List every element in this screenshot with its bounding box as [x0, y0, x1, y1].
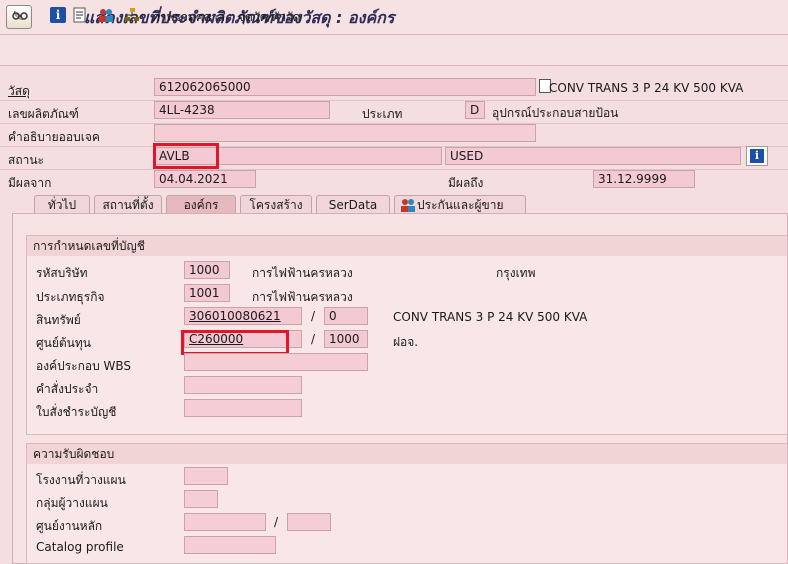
application-toolbar — [0, 35, 788, 66]
type-field[interactable]: D — [465, 101, 485, 119]
standing-order-field[interactable] — [184, 376, 302, 394]
business-area-description: การไฟฟ้านครหลวง — [252, 290, 353, 304]
catalog-profile-label: Catalog profile — [36, 540, 124, 554]
tab-structure[interactable]: โครงสร้าง — [240, 195, 312, 214]
status-info-button[interactable]: i — [746, 146, 768, 166]
valid-to-field[interactable]: 31.12.9999 — [593, 170, 695, 188]
info-icon: i — [750, 149, 764, 163]
tab-organization[interactable]: องค์กร — [166, 195, 236, 214]
standing-order-label: คำสั่งประจำ — [36, 382, 99, 396]
slash-separator: / — [311, 332, 316, 346]
asset-subnumber-field[interactable]: 0 — [324, 307, 368, 325]
glasses-icon[interactable] — [12, 7, 28, 23]
material-description: CONV TRANS 3 P 24 KV 500 KVA — [549, 81, 744, 95]
wbs-element-label: องค์ประกอบ WBS — [36, 359, 132, 373]
controlling-area-field[interactable]: 1000 — [324, 330, 368, 348]
material-field[interactable]: 612062065000 — [154, 78, 536, 96]
people-icon — [400, 198, 416, 212]
company-code-field[interactable]: 1000 — [184, 261, 230, 279]
material-label: วัสดุ — [8, 84, 30, 98]
status-highlight-box — [153, 143, 219, 169]
tab-location[interactable]: สถานที่ตั้ง — [94, 195, 162, 214]
object-description-label: คำอธิบายออบเจค — [8, 130, 100, 144]
work-center-field[interactable] — [184, 513, 266, 531]
planner-group-label: กลุ่มผู้วางแผน — [36, 496, 108, 510]
work-center-plant-field[interactable] — [287, 513, 331, 531]
people-icon[interactable] — [98, 7, 114, 23]
valid-to-label: มีผลถึง — [448, 176, 484, 190]
tab-serdata[interactable]: SerData — [316, 195, 390, 214]
serial-number-label: เลขผลิตภัณฑ์ — [8, 107, 79, 121]
type-label: ประเภท — [362, 107, 403, 121]
measuring-points-button[interactable]: จุดวัด/ตัววัด — [238, 8, 300, 27]
slash-separator: / — [311, 309, 316, 323]
responsibilities-title: ความรับผิดชอบ — [27, 444, 787, 464]
settlement-order-field[interactable] — [184, 399, 302, 417]
wbs-element-field[interactable] — [184, 353, 368, 371]
work-center-label: ศูนย์งานหลัก — [36, 519, 103, 533]
document-icon[interactable] — [72, 7, 88, 23]
planner-group-field[interactable] — [184, 490, 218, 508]
company-city: กรุงเทพ — [496, 266, 536, 280]
planning-plant-label: โรงงานที่วางแผน — [36, 473, 126, 487]
asset-label: สินทรัพย์ — [36, 313, 81, 327]
user-status-field[interactable]: USED — [445, 147, 741, 165]
info-icon[interactable]: i — [50, 7, 66, 23]
object-description-field[interactable] — [154, 124, 536, 142]
valid-from-label: มีผลจาก — [8, 176, 52, 190]
org-icon[interactable] — [124, 7, 140, 23]
status-label: สถานะ — [8, 153, 44, 167]
settlement-order-label: ใบสั่งชำระบัญชี — [36, 405, 117, 419]
planning-plant-field[interactable] — [184, 467, 228, 485]
business-area-field[interactable]: 1001 — [184, 284, 230, 302]
asset-description: CONV TRANS 3 P 24 KV 500 KVA — [393, 310, 588, 324]
account-assignment-title: การกำหนดเลขที่บัญชี — [27, 236, 787, 256]
company-code-label: รหัสบริษัท — [36, 266, 88, 280]
valid-from-field[interactable]: 04.04.2021 — [154, 170, 256, 188]
asset-field[interactable]: 306010080621 — [184, 307, 302, 325]
type-description: อุปกรณ์ประกอบสายป้อน — [492, 106, 619, 120]
cost-center-description: ฝอจ. — [393, 335, 419, 349]
class-overview-button[interactable]: ภาพรวมคลาส — [152, 8, 225, 27]
cost-center-label: ศูนย์ต้นทุน — [36, 336, 91, 350]
tab-general[interactable]: ทั่วไป — [34, 195, 90, 214]
cost-center-highlight-box — [181, 330, 289, 355]
serial-number-field[interactable]: 4LL-4238 — [154, 101, 330, 119]
company-code-description: การไฟฟ้านครหลวง — [252, 266, 353, 280]
slash-separator: / — [274, 515, 279, 529]
catalog-profile-field[interactable] — [184, 536, 276, 554]
business-area-label: ประเภทธุรกิจ — [36, 290, 105, 304]
